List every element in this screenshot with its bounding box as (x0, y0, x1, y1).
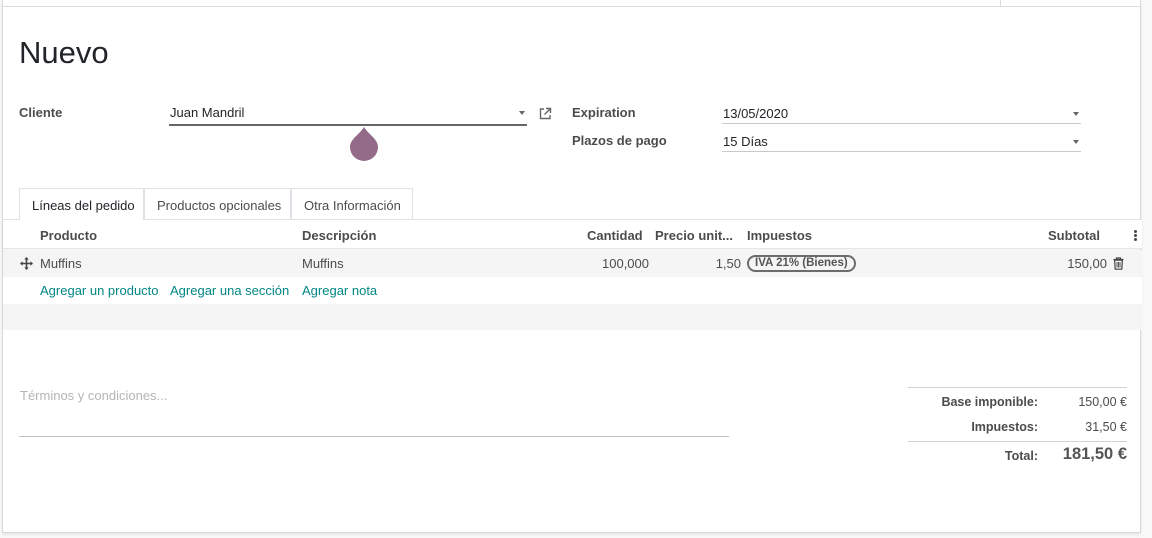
trash-icon[interactable] (1113, 257, 1124, 270)
totals-top-divider (908, 387, 1127, 388)
add-line-row: Agregar un producto Agregar una sección … (3, 277, 1142, 304)
tax-amount-value: 31,50 € (1085, 420, 1127, 434)
chevron-down-icon[interactable] (1073, 140, 1079, 144)
expiration-label: Expiration (572, 105, 636, 120)
row-quantity: 100,000 (602, 256, 649, 271)
form-top-bar (3, 0, 1140, 7)
total-value: 181,50 € (1062, 445, 1127, 463)
empty-table-row (3, 304, 1142, 330)
drag-drop-indicator-icon (350, 127, 378, 161)
col-taxes[interactable]: Impuestos (747, 228, 812, 243)
row-subtotal: 150,00 (1067, 256, 1107, 271)
customer-field[interactable]: Juan Mandril (169, 103, 527, 126)
kebab-menu-icon[interactable] (1134, 230, 1137, 241)
col-product[interactable]: Producto (40, 228, 97, 243)
external-link-icon[interactable] (538, 107, 552, 121)
tax-amount-label: Impuestos: (971, 420, 1038, 434)
form-sheet: Nuevo Cliente Juan Mandril Expiration 13… (2, 0, 1142, 533)
payment-terms-label: Plazos de pago (572, 133, 667, 148)
payment-terms-field[interactable]: 15 Días (722, 132, 1081, 152)
drag-handle-icon[interactable] (20, 257, 33, 270)
customer-label: Cliente (19, 105, 63, 120)
col-description[interactable]: Descripción (302, 228, 376, 243)
add-product-link[interactable]: Agregar un producto (40, 283, 159, 298)
col-subtotal[interactable]: Subtotal (1048, 228, 1100, 243)
chevron-down-icon[interactable] (1073, 112, 1079, 116)
terms-conditions-field[interactable]: Términos y condiciones... (19, 388, 729, 437)
terms-placeholder: Términos y condiciones... (20, 388, 168, 403)
payment-terms-value: 15 Días (723, 134, 768, 149)
table-row[interactable]: Muffins Muffins 100,000 1,50 IVA 21% (Bi… (3, 250, 1142, 277)
row-product: Muffins (40, 256, 82, 271)
tab-order-lines[interactable]: Líneas del pedido (19, 188, 144, 220)
page-title: Nuevo (19, 35, 109, 70)
totals-divider (908, 441, 1127, 442)
base-amount-value: 150,00 € (1078, 395, 1127, 409)
customer-value: Juan Mandril (170, 105, 245, 120)
tab-other-info[interactable]: Otra Información (291, 188, 413, 219)
col-quantity[interactable]: Cantidad (587, 228, 643, 243)
col-unit-price[interactable]: Precio unit... (655, 228, 733, 243)
tab-optional-products[interactable]: Productos opcionales (144, 188, 291, 219)
expiration-value: 13/05/2020 (723, 106, 789, 121)
expiration-field[interactable]: 13/05/2020 (722, 104, 1081, 124)
lines-table-header: Producto Descripción Cantidad Precio uni… (3, 220, 1142, 249)
add-note-link[interactable]: Agregar nota (302, 283, 377, 298)
row-unit-price: 1,50 (715, 256, 741, 271)
tax-badge: IVA 21% (Bienes) (747, 255, 856, 272)
base-amount-label: Base imponible: (941, 395, 1038, 409)
top-bar-divider (1000, 0, 1001, 7)
total-label: Total: (1004, 449, 1038, 463)
row-description: Muffins (302, 256, 344, 271)
chevron-down-icon[interactable] (519, 111, 525, 115)
add-section-link[interactable]: Agregar una sección (170, 283, 289, 298)
